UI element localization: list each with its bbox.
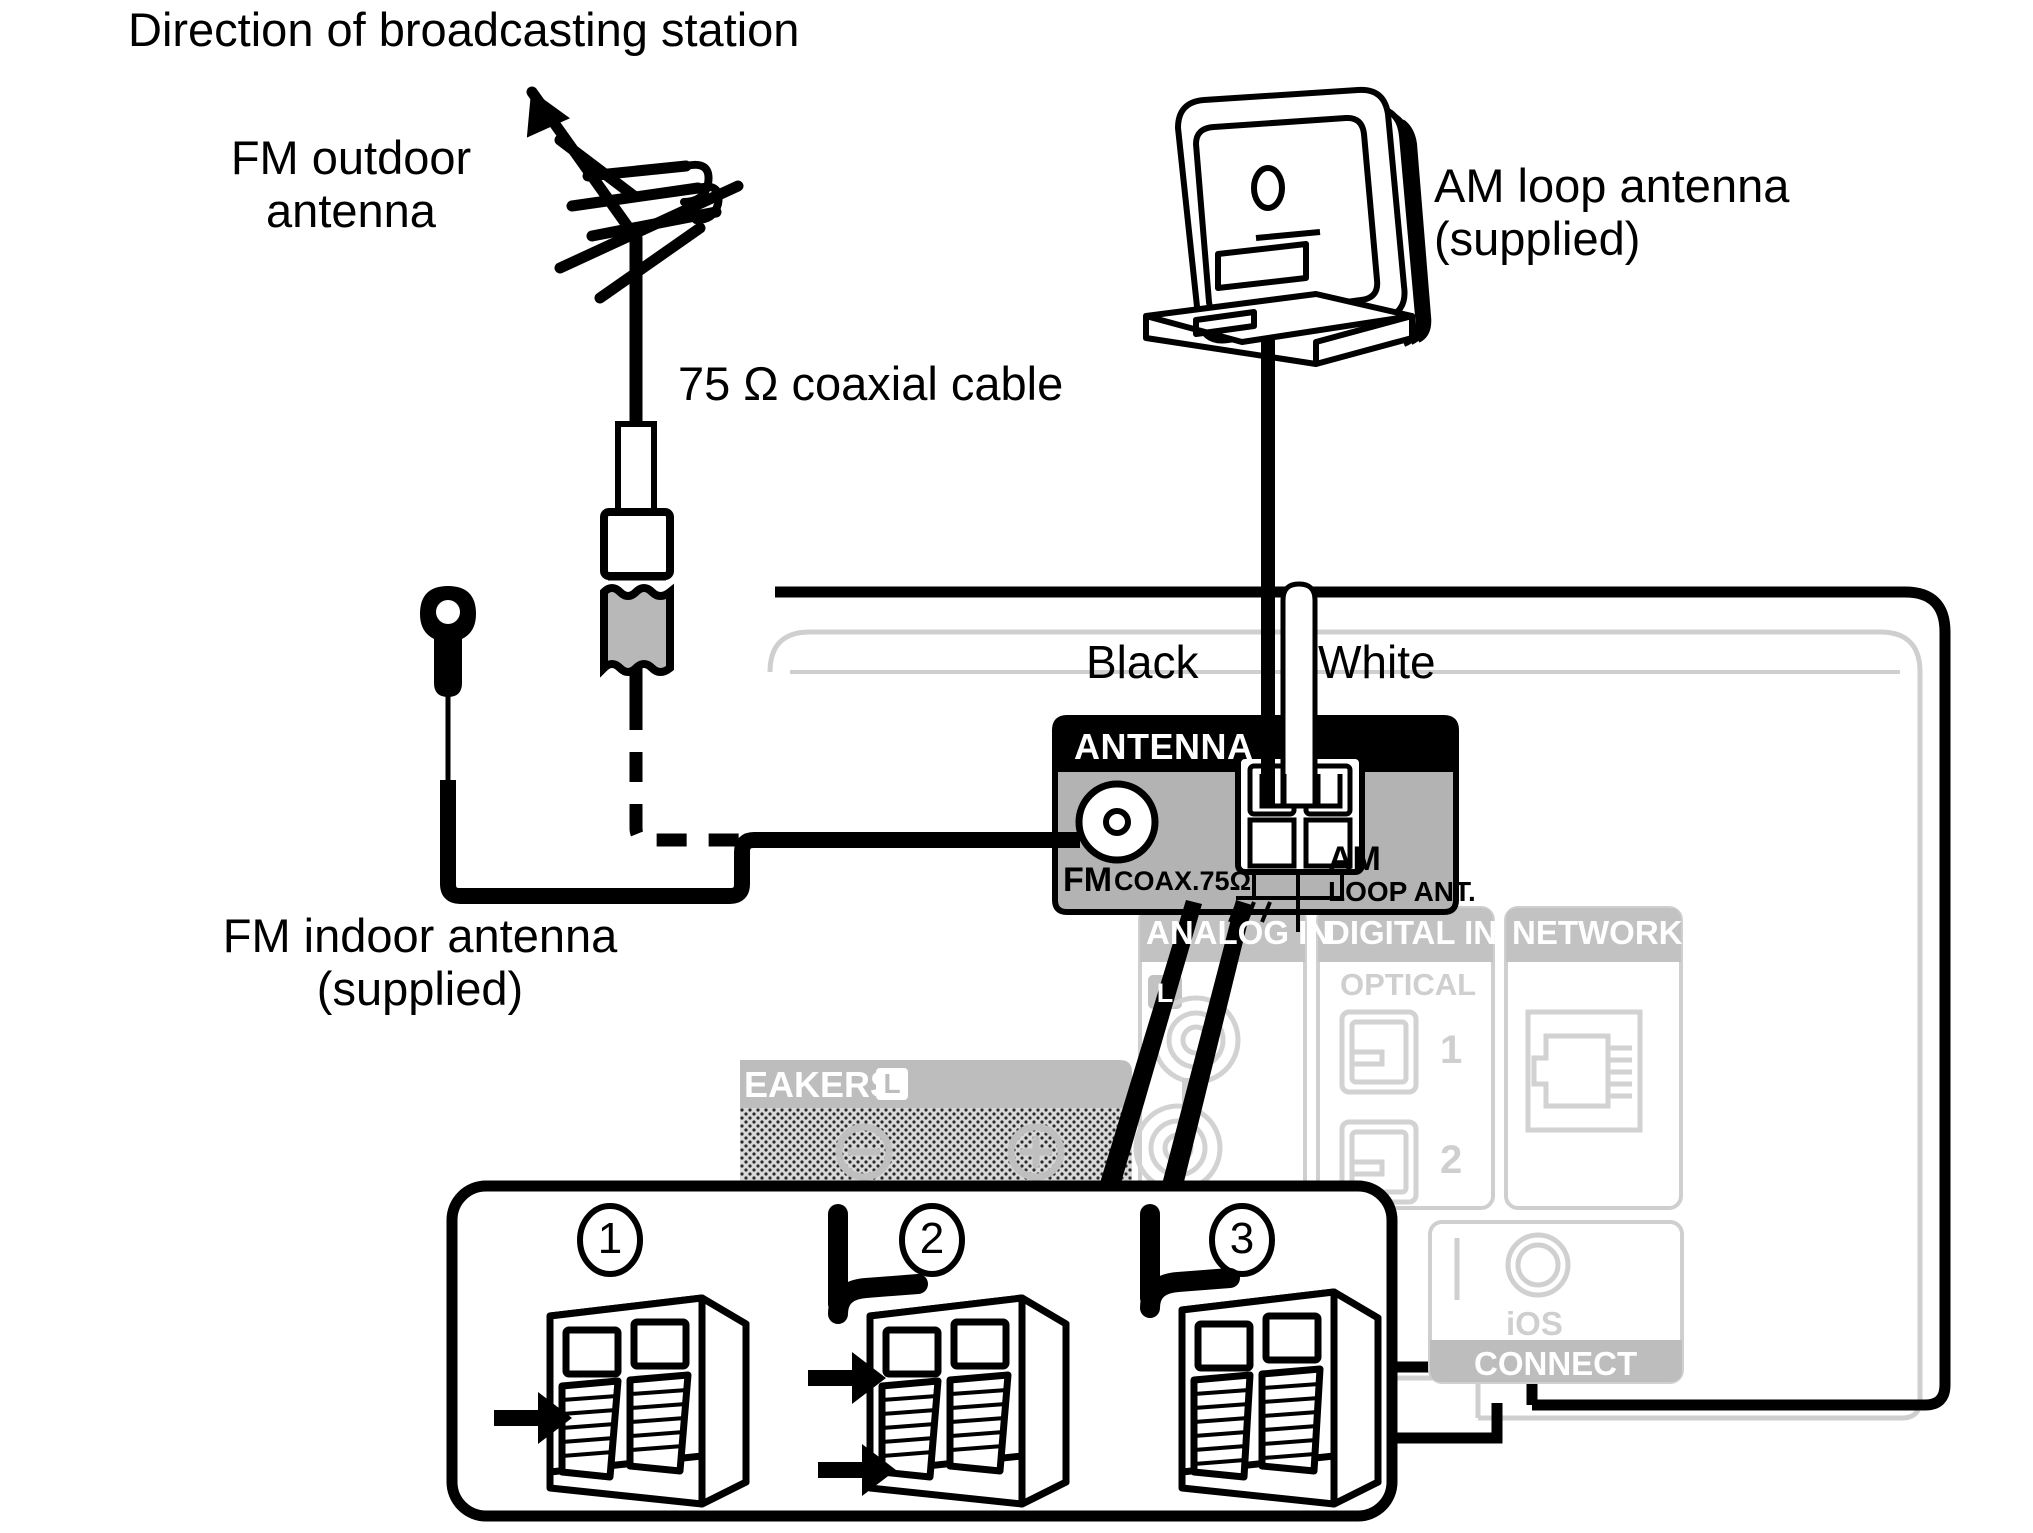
am-loop-antenna-graphic (1143, 86, 1432, 367)
label-fm-indoor-antenna: FM indoor antenna (supplied) (222, 909, 618, 1015)
coax-dashed-route (629, 700, 782, 847)
coax-ferrule (600, 508, 674, 580)
fm-indoor-wire (440, 780, 1080, 904)
label-wire-white: White (1318, 636, 1436, 688)
digital-in-optical-sub: OPTICAL (1340, 967, 1477, 1002)
step-number-3: 3 (1229, 1214, 1255, 1263)
analog-in-header: ANALOG IN (1146, 914, 1332, 951)
digital-in-header: DIGITAL IN (1326, 914, 1498, 951)
connect-header: CONNECT (1474, 1345, 1638, 1382)
step-2-terminal-graphic (866, 1294, 1070, 1508)
speakers-header: EAKERS (744, 1064, 895, 1105)
step-number-2: 2 (919, 1214, 945, 1263)
antenna-panel-header: ANTENNA (1074, 726, 1254, 767)
label-am-loop-antenna: AM loop antenna (supplied) (1434, 159, 1790, 265)
digital-in-port-2: 2 (1440, 1138, 1463, 1182)
analog-in-channel-badge: L (1156, 978, 1174, 1008)
label-wire-black: Black (1086, 636, 1199, 688)
digital-in-port-1: 1 (1440, 1028, 1463, 1072)
am-terminal-label-line1: AM (1328, 840, 1381, 878)
fm-jack-label-sub: COAX.75Ω (1114, 866, 1252, 896)
fm-jack-label-bold: FM (1063, 861, 1113, 899)
coax-cable-graphic (600, 404, 782, 847)
label-direction-of-broadcasting-station: Direction of broadcasting station (128, 3, 800, 56)
label-fm-outdoor-antenna: FM outdoor antenna (230, 131, 472, 237)
am-terminal-label-line2: LOOP ANT. (1328, 876, 1476, 907)
analog-in-block (1133, 906, 1307, 1210)
diagram-canvas: Direction of broadcasting station FM out… (0, 0, 2033, 1533)
ios-label: iOS (1506, 1305, 1563, 1342)
label-75-ohm-coaxial-cable: 75 Ω coaxial cable (678, 357, 1064, 410)
coax-knurled-nut (600, 583, 674, 678)
network-block (1504, 906, 1683, 1210)
am-wire-white (1280, 581, 1318, 809)
digital-in-block (1316, 906, 1495, 1210)
step-number-1: 1 (597, 1214, 623, 1263)
speakers-channel-badge: L (883, 1068, 901, 1099)
step-3-terminal-graphic (1178, 1288, 1382, 1508)
step-1-terminal-graphic (546, 1294, 750, 1508)
network-header: NETWORK (1512, 914, 1683, 951)
